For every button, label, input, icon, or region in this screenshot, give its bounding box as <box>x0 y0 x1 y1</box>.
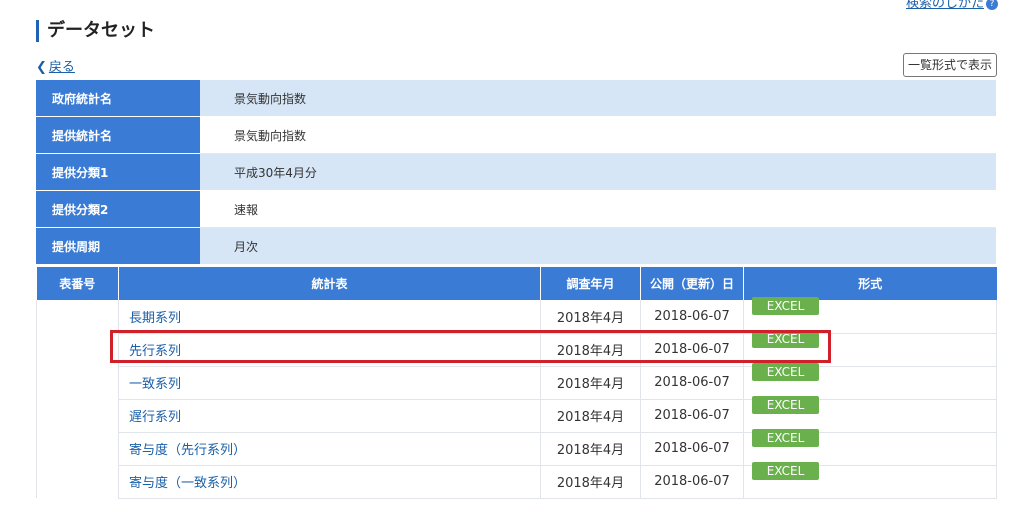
table-title-link[interactable]: 先行系列 <box>118 333 541 367</box>
info-label: 提供統計名 <box>36 116 200 154</box>
table-row: 一致系列 2018年4月 2018-06-07 EXCEL <box>37 363 997 400</box>
statistics-table: 表番号 統計表 調査年月 公開（更新）日 形式 長期系列 2018年4月 201… <box>36 267 997 499</box>
info-row: 提供統計名 景気動向指数 <box>36 116 996 154</box>
info-value: 速報 <box>200 190 996 228</box>
excel-download-button[interactable]: EXCEL <box>752 363 819 381</box>
table-title-link[interactable]: 一致系列 <box>118 366 541 400</box>
search-help-label: 検索のしかた <box>905 0 984 11</box>
format-cell: EXCEL <box>743 330 997 367</box>
help-icon: ? <box>986 0 998 10</box>
table-row: 先行系列 2018年4月 2018-06-07 EXCEL <box>37 330 997 367</box>
table-row: 遅行系列 2018年4月 2018-06-07 EXCEL <box>37 396 997 433</box>
published-date: 2018-06-07 <box>640 333 744 367</box>
info-row: 提供周期 月次 <box>36 227 996 265</box>
info-value: 平成30年4月分 <box>200 153 996 191</box>
published-date: 2018-06-07 <box>640 300 744 334</box>
dataset-info-table: 政府統計名 景気動向指数 提供統計名 景気動向指数 提供分類1 平成30年4月分… <box>36 80 996 265</box>
format-cell: EXCEL <box>743 462 997 499</box>
survey-month: 2018年4月 <box>540 465 641 499</box>
excel-download-button[interactable]: EXCEL <box>752 462 819 480</box>
table-row: 長期系列 2018年4月 2018-06-07 EXCEL <box>36 296 997 498</box>
survey-month: 2018年4月 <box>540 366 641 400</box>
info-label: 提供分類2 <box>36 190 200 228</box>
info-value: 景気動向指数 <box>200 116 996 154</box>
table-row: 寄与度（先行系列） 2018年4月 2018-06-07 EXCEL <box>37 429 997 466</box>
back-link[interactable]: ❮ 戻る <box>36 56 75 75</box>
col-header-published: 公開（更新）日 <box>640 267 744 300</box>
excel-download-button[interactable]: EXCEL <box>752 330 819 348</box>
info-row: 政府統計名 景気動向指数 <box>36 80 996 117</box>
col-header-format: 形式 <box>743 267 997 300</box>
table-title-link[interactable]: 寄与度（先行系列） <box>118 432 541 466</box>
table-row: 寄与度（一致系列） 2018年4月 2018-06-07 EXCEL <box>37 462 997 499</box>
table-title-link[interactable]: 遅行系列 <box>118 399 541 433</box>
info-label: 提供周期 <box>36 227 200 265</box>
table-title-link[interactable]: 長期系列 <box>118 300 541 334</box>
excel-download-button[interactable]: EXCEL <box>752 396 819 414</box>
format-cell: EXCEL <box>743 363 997 400</box>
info-value: 景気動向指数 <box>200 80 996 117</box>
col-header-survey-month: 調査年月 <box>540 267 641 300</box>
published-date: 2018-06-07 <box>640 366 744 400</box>
back-label: 戻る <box>48 60 75 75</box>
info-value: 月次 <box>200 227 996 265</box>
col-header-number: 表番号 <box>36 267 119 300</box>
page-title: データセット <box>36 20 155 42</box>
survey-month: 2018年4月 <box>540 399 641 433</box>
survey-month: 2018年4月 <box>540 300 641 334</box>
format-cell: EXCEL <box>743 396 997 433</box>
format-cell: EXCEL <box>743 429 997 466</box>
info-row: 提供分類1 平成30年4月分 <box>36 153 996 191</box>
excel-download-button[interactable]: EXCEL <box>752 429 819 447</box>
chevron-left-icon: ❮ <box>36 60 47 75</box>
list-view-button[interactable]: 一覧形式で表示 <box>903 53 997 77</box>
published-date: 2018-06-07 <box>640 465 744 499</box>
format-cell: EXCEL <box>743 296 997 334</box>
published-date: 2018-06-07 <box>640 432 744 466</box>
info-label: 提供分類1 <box>36 153 200 191</box>
info-row: 提供分類2 速報 <box>36 190 996 228</box>
search-help-link[interactable]: 検索のしかた? <box>906 0 998 11</box>
table-title-link[interactable]: 寄与度（一致系列） <box>118 465 541 499</box>
published-date: 2018-06-07 <box>640 399 744 433</box>
survey-month: 2018年4月 <box>540 333 641 367</box>
info-label: 政府統計名 <box>36 80 200 117</box>
excel-download-button[interactable]: EXCEL <box>752 296 819 315</box>
table-number-cell <box>36 300 119 498</box>
col-header-title: 統計表 <box>118 267 541 300</box>
survey-month: 2018年4月 <box>540 432 641 466</box>
table-header-row: 表番号 統計表 調査年月 公開（更新）日 形式 <box>36 267 997 300</box>
